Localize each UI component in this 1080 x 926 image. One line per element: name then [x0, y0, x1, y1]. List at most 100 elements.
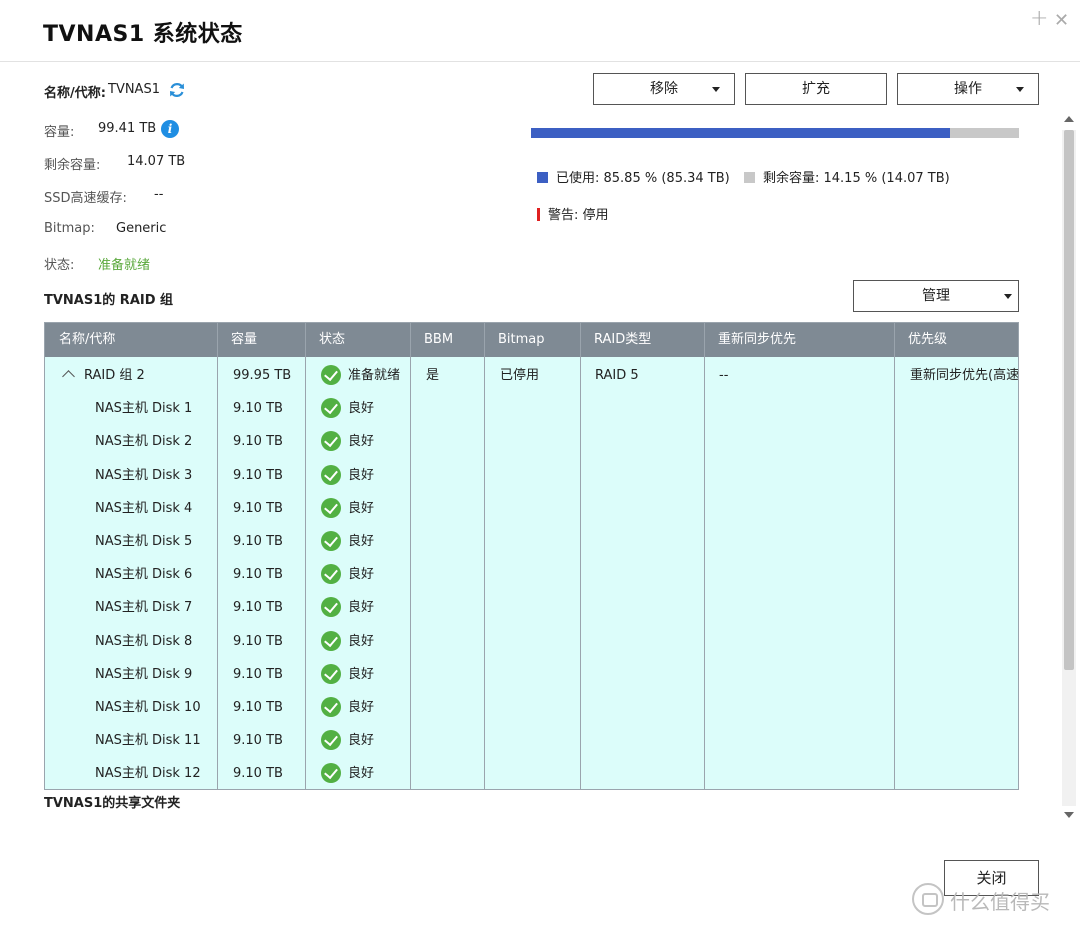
disk-capacity: 9.10 TB	[233, 534, 283, 549]
table-row[interactable]: NAS主机 Disk 12 9.10 TB 良好	[45, 757, 1018, 789]
table-row[interactable]: NAS主机 Disk 3 9.10 TB 良好	[45, 459, 1018, 492]
table-row[interactable]: NAS主机 Disk 8 9.10 TB 良好	[45, 625, 1018, 658]
free-value: 14.07 TB	[127, 154, 186, 169]
status-label: 状态:	[44, 258, 75, 273]
check-circle-icon	[321, 398, 341, 419]
scrollbar[interactable]	[1062, 112, 1076, 824]
manage-button[interactable]: 管理	[853, 280, 1019, 312]
name-label: 名称/代称:	[44, 86, 106, 101]
header-col-bbm[interactable]: BBM	[410, 323, 453, 357]
disk-status: 良好	[348, 500, 375, 516]
scroll-thumb[interactable]	[1064, 130, 1074, 670]
used-legend: 已使用: 85.85 % (85.34 TB)	[537, 167, 730, 186]
disk-name: NAS主机 Disk 10	[95, 700, 201, 715]
check-circle-icon	[321, 531, 341, 551]
check-circle-icon	[321, 763, 341, 784]
status-row: 状态: 准备就绪	[44, 254, 150, 273]
capacity-label: 容量:	[44, 125, 75, 140]
header-col-resync[interactable]: 重新同步优先	[704, 323, 796, 357]
disk-name: NAS主机 Disk 6	[95, 567, 193, 583]
table-row[interactable]: NAS主机 Disk 2 9.10 TB 良好	[45, 425, 1018, 458]
info-icon[interactable]: i	[161, 120, 179, 138]
header-col-status[interactable]: 状态	[305, 323, 345, 357]
disk-status: 良好	[348, 733, 375, 749]
header-col-raid-type[interactable]: RAID类型	[580, 323, 651, 357]
action-button[interactable]: 操作	[897, 73, 1039, 105]
status-value: 准备就绪	[98, 258, 151, 273]
remove-label: 移除	[650, 81, 678, 97]
scroll-down-icon[interactable]	[1064, 812, 1074, 818]
check-circle-icon	[321, 564, 341, 585]
disk-capacity: 9.10 TB	[233, 567, 283, 583]
disk-capacity: 9.10 TB	[233, 700, 283, 715]
check-circle-icon	[321, 697, 341, 717]
free-row: 剩余容量: 14.07 TB	[44, 154, 185, 173]
free-label: 剩余容量:	[44, 158, 101, 173]
table-row[interactable]: NAS主机 Disk 4 9.10 TB 良好	[45, 492, 1018, 525]
chevron-down-icon	[1016, 87, 1024, 92]
table-row[interactable]: NAS主机 Disk 7 9.10 TB 良好	[45, 591, 1018, 624]
group-bitmap: 已停用	[500, 368, 540, 383]
disk-status: 良好	[348, 766, 375, 782]
disk-name: NAS主机 Disk 11	[95, 733, 201, 749]
header-col-capacity[interactable]: 容量	[217, 323, 257, 357]
expand-button[interactable]: 扩充	[745, 73, 887, 105]
disk-name: NAS主机 Disk 12	[95, 766, 201, 782]
header-col-name[interactable]: 名称/代称	[45, 323, 115, 357]
disk-capacity: 9.10 TB	[233, 500, 283, 516]
action-label: 操作	[954, 81, 982, 97]
table-row[interactable]: NAS主机 Disk 5 9.10 TB 良好	[45, 525, 1018, 558]
disk-status: 良好	[348, 401, 375, 417]
disk-capacity: 9.10 TB	[233, 401, 283, 417]
group-bbm: 是	[426, 368, 440, 383]
table-row[interactable]: NAS主机 Disk 1 9.10 TB 良好	[45, 392, 1018, 425]
table-row[interactable]: NAS主机 Disk 11 9.10 TB 良好	[45, 724, 1018, 757]
close-icon[interactable]: ✕	[1054, 8, 1069, 34]
table-row[interactable]: NAS主机 Disk 9 9.10 TB 良好	[45, 658, 1018, 691]
disk-capacity: 9.10 TB	[233, 766, 283, 782]
shared-folder-section-title: TVNAS1的共享文件夹	[44, 796, 181, 811]
remove-button[interactable]: 移除	[593, 73, 735, 105]
disk-name: NAS主机 Disk 1	[95, 401, 193, 417]
disk-status: 良好	[348, 633, 375, 649]
warning-marker	[537, 208, 540, 221]
group-capacity: 99.95 TB	[233, 368, 292, 383]
disk-status: 良好	[348, 467, 375, 483]
table-row[interactable]: NAS主机 Disk 6 9.10 TB 良好	[45, 558, 1018, 591]
group-status: 准备就绪	[348, 368, 401, 383]
disk-capacity: 9.10 TB	[233, 434, 283, 450]
header-col-priority[interactable]: 优先级	[894, 323, 947, 357]
disk-name: NAS主机 Disk 7	[95, 600, 193, 616]
check-circle-icon	[321, 663, 341, 684]
raid-group-row[interactable]: RAID 组 2 99.95 TB 准备就绪 是 已停用 RAID 5 -- 重新同步优先(高…	[45, 359, 1018, 392]
header-col-bitmap[interactable]: Bitmap	[484, 323, 545, 357]
group-raid-type: RAID 5	[595, 368, 639, 383]
ssd-label: SSD高速缓存:	[44, 191, 127, 206]
warning-legend: 警告: 停用	[537, 204, 609, 223]
disk-name: NAS主机 Disk 5	[95, 534, 193, 549]
disk-name: NAS主机 Disk 3	[95, 467, 193, 483]
name-row: 名称/代称: TVNAS1	[44, 82, 160, 101]
disk-status: 良好	[348, 534, 375, 549]
free-text: 剩余容量: 14.15 % (14.07 TB)	[763, 171, 950, 186]
manage-label: 管理	[922, 288, 950, 304]
raid-section-title: TVNAS1的 RAID 组	[44, 293, 174, 308]
capacity-row: 容量: 99.41 TB	[44, 121, 156, 140]
capacity-value: 99.41 TB	[98, 121, 157, 136]
scroll-up-icon[interactable]	[1064, 116, 1074, 122]
disk-capacity: 9.10 TB	[233, 733, 283, 749]
disk-capacity: 9.10 TB	[233, 633, 283, 649]
add-icon[interactable]: +	[1030, 6, 1048, 32]
bitmap-value: Generic	[116, 221, 167, 236]
watermark-text: 什么值得买	[950, 890, 1050, 914]
table-header: 名称/代称 容量 状态 BBM Bitmap RAID类型 重新同步优先 优先级	[45, 323, 1018, 357]
chevron-up-icon[interactable]	[62, 370, 75, 383]
disk-capacity: 9.10 TB	[233, 666, 283, 682]
table-row[interactable]: NAS主机 Disk 10 9.10 TB 良好	[45, 691, 1018, 724]
chevron-down-icon	[1004, 294, 1012, 299]
bitmap-label: Bitmap:	[44, 221, 95, 236]
refresh-icon[interactable]	[168, 81, 186, 99]
check-circle-icon	[321, 597, 341, 618]
disk-name: NAS主机 Disk 8	[95, 633, 193, 649]
check-circle-icon	[321, 630, 341, 651]
